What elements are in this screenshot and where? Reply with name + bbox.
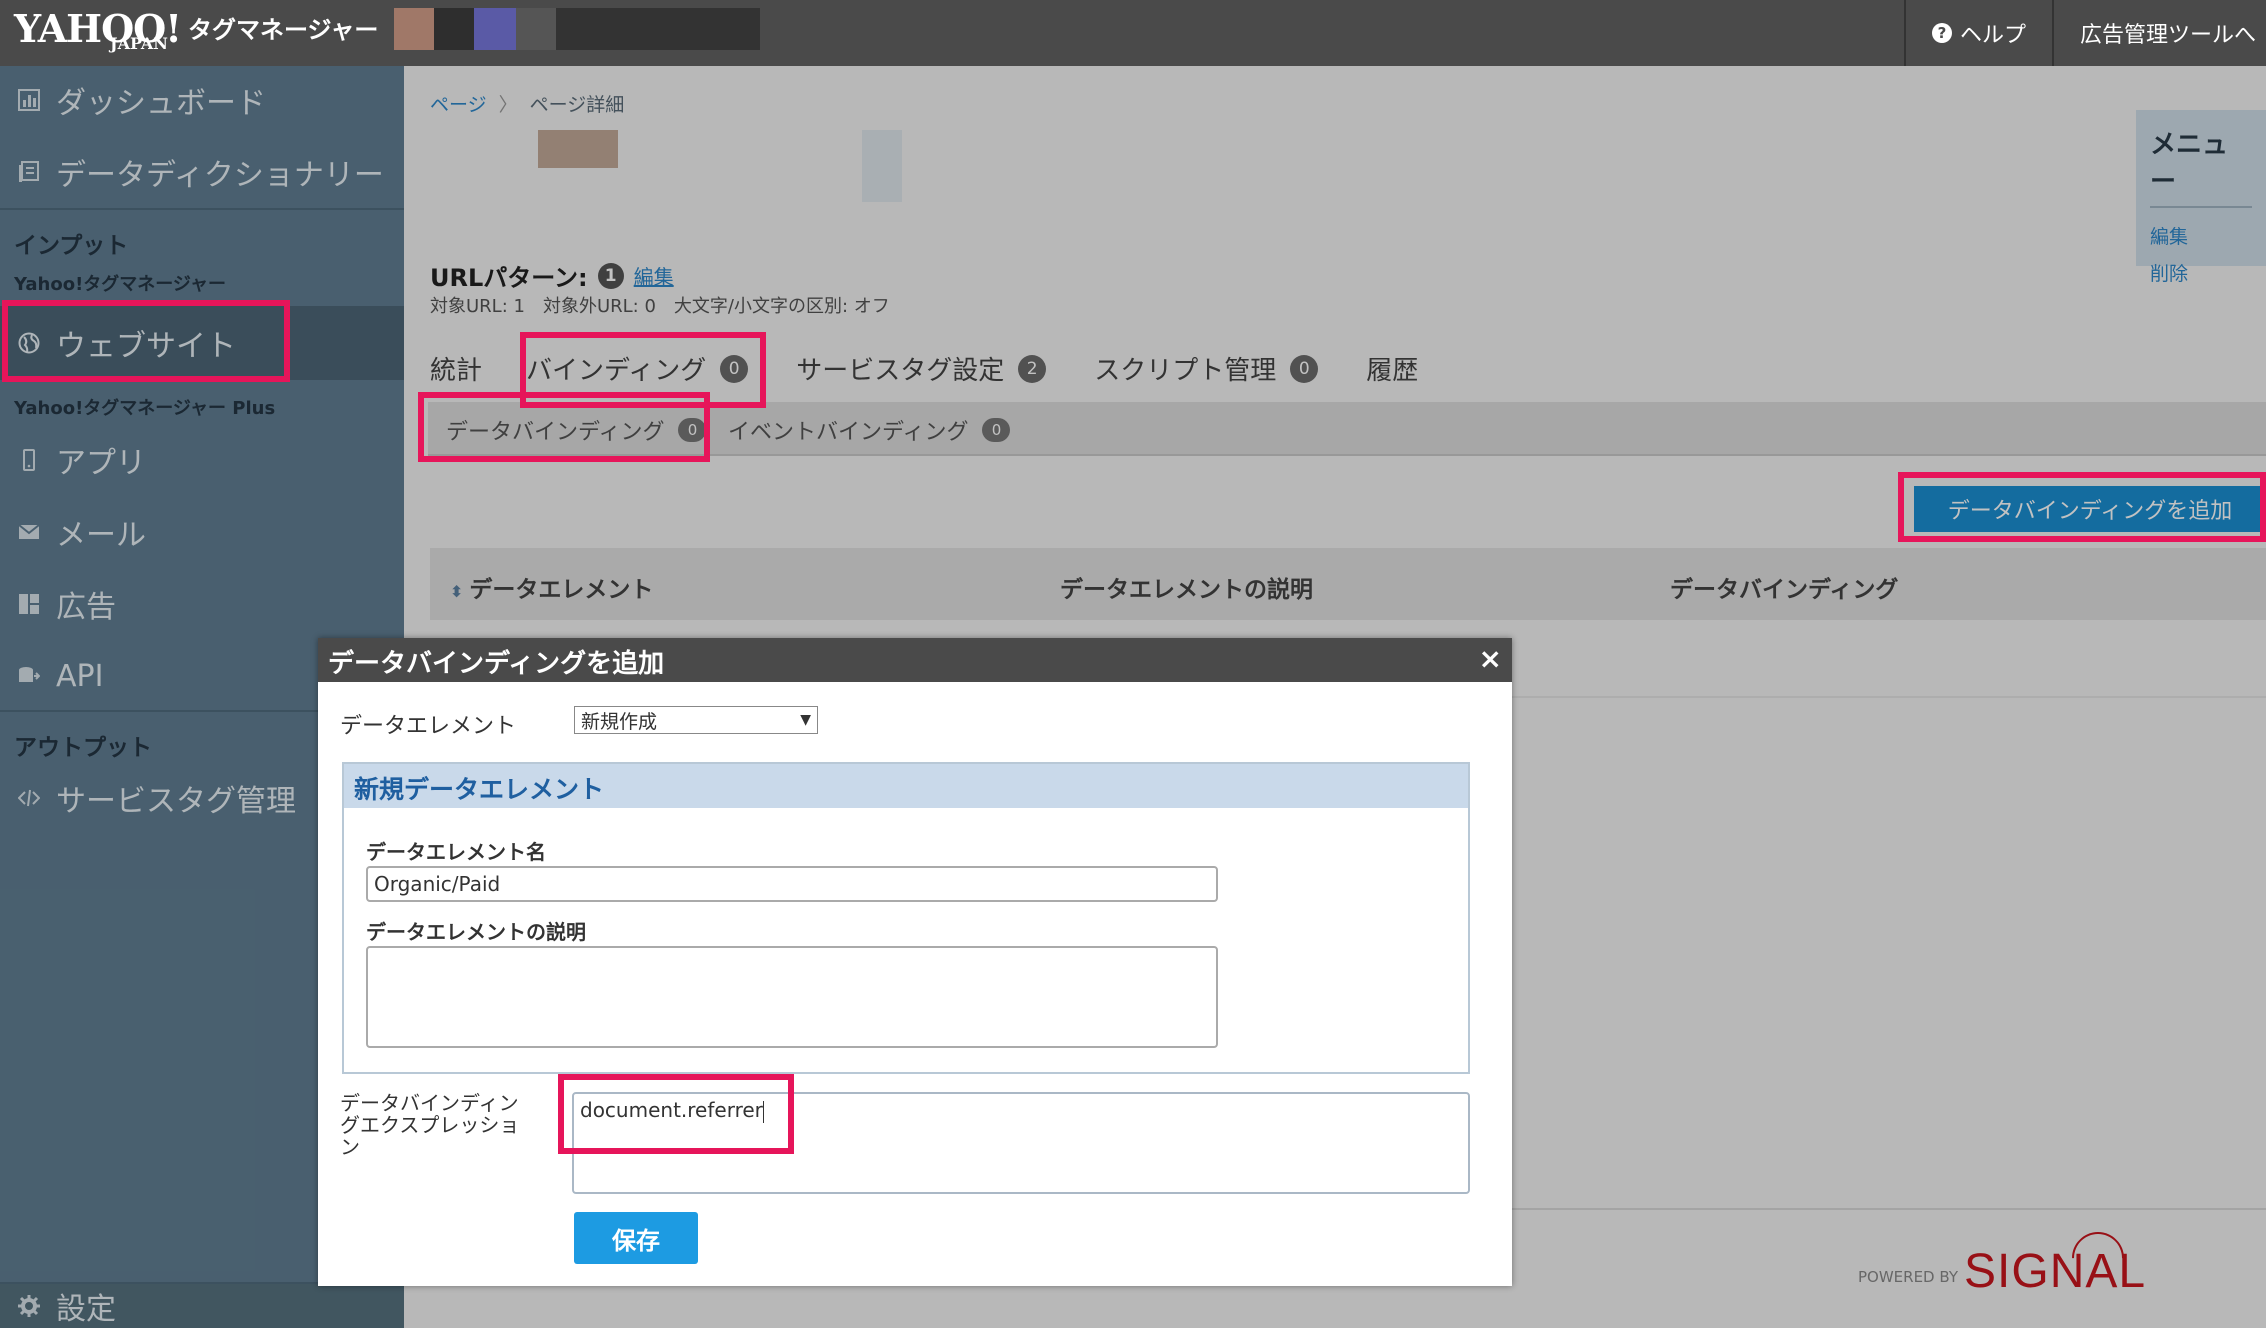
element-name-label: データエレメント名 (366, 840, 546, 864)
question-icon: ? (1931, 23, 1952, 43)
logo-sub: JAPAN (110, 34, 168, 53)
yahoo-logo[interactable]: YAHOO! JAPAN (14, 6, 182, 53)
top-header: YAHOO! JAPAN タグマネージャー ? ヘルプ 広告管理ツールへ (0, 0, 2266, 66)
help-link[interactable]: ? ヘルプ (1903, 0, 2052, 66)
account-color-block (516, 8, 556, 50)
account-color-block (434, 8, 474, 50)
data-element-label: データエレメント (340, 714, 517, 739)
data-element-select[interactable]: 新規作成 ▼ (574, 706, 818, 734)
account-name-redacted[interactable] (556, 8, 760, 50)
help-label: ヘルプ (1959, 23, 2026, 48)
add-binding-modal: データバインディングを追加 × データエレメント 新規作成 ▼ 新規データエレメ… (318, 638, 1512, 1286)
text-cursor (762, 1100, 764, 1123)
element-name-input[interactable] (366, 866, 1218, 902)
element-desc-textarea[interactable] (366, 946, 1218, 1048)
close-icon[interactable]: × (1479, 642, 1502, 675)
account-color-block (394, 8, 434, 50)
new-element-panel: 新規データエレメント データエレメント名 データエレメントの説明 (342, 762, 1470, 1074)
save-button[interactable]: 保存 (574, 1212, 698, 1264)
ad-tool-link[interactable]: 広告管理ツールへ (2051, 0, 2266, 66)
expression-label: データバインディングエクスプレッション (340, 1091, 520, 1159)
expression-value: document.referrer (580, 1098, 763, 1122)
expression-textarea[interactable]: document.referrer (572, 1092, 1470, 1194)
panel-title: 新規データエレメント (344, 764, 1468, 808)
data-element-select-value: 新規作成 (581, 710, 658, 733)
caret-down-icon: ▼ (800, 712, 811, 728)
account-color-block (474, 8, 516, 50)
modal-title-bar: データバインディングを追加 × (318, 638, 1512, 682)
element-desc-label: データエレメントの説明 (366, 920, 586, 944)
modal-title: データバインディングを追加 (328, 649, 665, 679)
header-right: ? ヘルプ 広告管理ツールへ (1903, 0, 2266, 66)
app-name: タグマネージャー (188, 16, 379, 44)
